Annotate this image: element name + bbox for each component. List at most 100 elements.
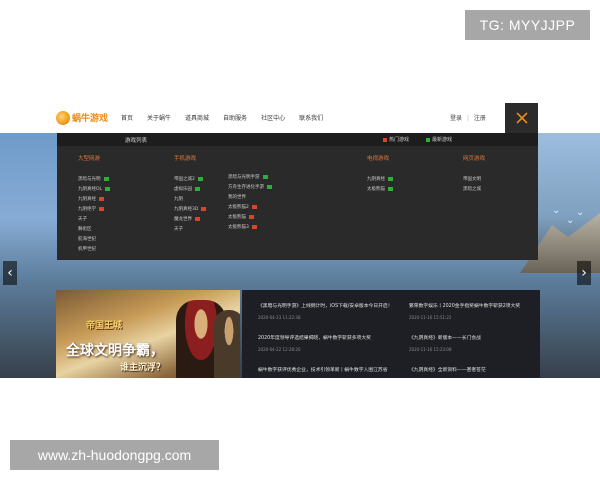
- column-pc-games: 大型网游 黑暗与光明 九阴真经OL 九阴真经 九阴绝学 天子 舞街区 航海世纪 机甲世纪: [78, 154, 111, 255]
- new-games-label: 最新游戏: [432, 137, 453, 143]
- login-link[interactable]: 登录: [450, 115, 462, 122]
- game-name: 九阴真经: [367, 177, 385, 182]
- game-link[interactable]: 黑暗与光明: [78, 175, 110, 185]
- new-badge-icon: [103, 176, 109, 181]
- game-name: 太极熊猫3: [228, 225, 249, 230]
- game-list: 黑暗与光明手游 方舟生存进化手游我的世界太极熊猫2 太极熊猫太极熊猫3: [228, 173, 272, 233]
- game-link[interactable]: 太极熊猫3: [228, 223, 272, 233]
- game-name: 九阴真经OL: [78, 187, 103, 192]
- nav-item-self-service[interactable]: 自助服务: [223, 113, 247, 125]
- game-link[interactable]: 我的世界: [228, 193, 272, 203]
- hot-badge-icon: [99, 206, 104, 211]
- news-item[interactable]: 2020年度领导评选结果揭晓，蜗牛数字斩获多项大奖 2020-04-22 12:…: [258, 334, 398, 352]
- game-link[interactable]: 太极熊猫: [367, 185, 393, 195]
- game-name: 航海世纪: [78, 237, 96, 242]
- game-list: 帝国文明 黑暗之城: [463, 175, 485, 195]
- game-name: 魔龙世界: [174, 217, 192, 222]
- register-link[interactable]: 注册: [474, 115, 486, 122]
- game-name: 九阴真经: [78, 197, 96, 202]
- promo-game-logo: 帝国王城: [86, 321, 123, 331]
- game-link[interactable]: 天子: [174, 225, 206, 235]
- news-title: 《九阴真经》新版本——长门会战: [409, 336, 481, 341]
- game-link[interactable]: 机甲世纪: [78, 245, 110, 255]
- nav-item-community[interactable]: 社区中心: [261, 113, 285, 125]
- new-square-icon: [426, 137, 430, 142]
- column-title: 手机游戏: [174, 156, 197, 162]
- game-link[interactable]: 九阴: [174, 195, 206, 205]
- nav-item-shop[interactable]: 道具商城: [185, 113, 209, 125]
- news-item[interactable]: 《九阴真经》新版本——长门会战 2020-11-16 15:23:08: [409, 334, 534, 352]
- game-link[interactable]: 舞街区: [78, 225, 110, 235]
- game-name: 太极熊猫: [228, 215, 246, 220]
- news-title: 《黑暗与光明手游》上线倒计时，iOS下载/安卓版本今日开启！: [258, 304, 393, 309]
- game-list-title: 游戏列表: [125, 138, 148, 144]
- close-x-icon: [515, 112, 528, 124]
- game-list: 帝国之城2 虚拟乐园 九阴 九阴真经3D 魔龙世界天子: [174, 175, 207, 235]
- game-link[interactable]: 黑暗与光明手游: [228, 173, 272, 183]
- promo-subtitle: 谁主沉浮？: [120, 363, 166, 373]
- nav-item-contact[interactable]: 联系我们: [299, 113, 323, 125]
- new-badge-icon: [197, 176, 203, 181]
- news-title: 蜗牛数字获评优秀企业，技术引领革新丨蜗牛数字入围江苏省: [258, 368, 388, 373]
- column-mobile-games: 手机游戏 帝国之城2 虚拟乐园 九阴 九阴真经3D 魔龙世界天子: [174, 154, 207, 235]
- new-badge-icon: [262, 174, 268, 179]
- game-link[interactable]: 太极熊猫: [228, 213, 272, 223]
- column-title: [228, 154, 272, 160]
- news-date: 2020-11-16 15:23:08: [409, 347, 452, 352]
- game-link[interactable]: 魔龙世界: [174, 215, 206, 225]
- game-name: 我的世界: [228, 195, 246, 200]
- game-name: 帝国文明: [463, 177, 481, 182]
- new-games-tag[interactable]: 最新游戏: [426, 136, 452, 143]
- game-list-dropdown: 游戏列表 热门游戏 最新游戏 大型网游 黑暗与光明 九阴真经OL 九阴真经 九阴绝学天…: [57, 133, 538, 260]
- carousel-next-button[interactable]: ›: [577, 261, 591, 285]
- hot-badge-icon: [251, 224, 257, 229]
- news-title: 繁荣数字娱乐丨2020金手指奖蜗牛数字斩获2项大奖: [409, 304, 521, 309]
- game-link[interactable]: 虚拟乐园: [174, 185, 206, 195]
- game-link[interactable]: 航海世纪: [78, 235, 110, 245]
- nav-item-home[interactable]: 首页: [121, 113, 133, 125]
- game-name: 舞街区: [78, 227, 92, 232]
- news-date: 2020-04-23 11:22:38: [258, 315, 301, 320]
- game-link[interactable]: 方舟生存进化手游: [228, 183, 272, 193]
- game-link[interactable]: 太极熊猫2: [228, 203, 272, 213]
- news-date: 2020-04-22 12:28:20: [258, 347, 301, 352]
- news-title: 《九阴真经》全新资料——甚者苍茫: [409, 368, 486, 373]
- nav-item-about[interactable]: 关于蜗牛: [147, 113, 171, 125]
- game-name: 太极熊猫2: [228, 205, 249, 210]
- game-link[interactable]: 帝国之城2: [174, 175, 206, 185]
- hot-games-tag[interactable]: 热门游戏: [383, 136, 409, 143]
- logo-text: 蜗牛游戏: [72, 114, 109, 124]
- game-link[interactable]: 天子: [78, 215, 110, 225]
- game-link[interactable]: 九阴真经: [367, 175, 393, 185]
- news-item[interactable]: 繁荣数字娱乐丨2020金手指奖蜗牛数字斩获2项大奖 2020-11-16 15:…: [409, 302, 534, 320]
- game-name: 黑暗与光明: [78, 177, 101, 182]
- page: TG: MYYJJPP ⌄ ⌄ ⌄ 蜗牛游戏 首页 关于蜗牛 道具商城 自助服务…: [0, 0, 600, 480]
- news-item[interactable]: 蜗牛数字获评优秀企业，技术引领革新丨蜗牛数字入围江苏省: [258, 366, 398, 373]
- game-link[interactable]: 九阴真经OL: [78, 185, 111, 195]
- game-link[interactable]: 九阴真经3D: [174, 205, 207, 215]
- bird-icon: ⌄: [576, 207, 585, 218]
- game-link[interactable]: 九阴绝学: [78, 205, 110, 215]
- game-link[interactable]: 九阴真经: [78, 195, 110, 205]
- column-title: 电视游戏: [367, 156, 390, 162]
- game-link[interactable]: 黑暗之城: [463, 185, 485, 195]
- hot-badge-icon: [251, 204, 257, 209]
- game-link[interactable]: 帝国文明: [463, 175, 485, 185]
- promo-banner[interactable]: 帝国王城 全球文明争霸， 谁主沉浮？: [56, 290, 240, 378]
- carousel-prev-button[interactable]: ‹: [3, 261, 17, 285]
- auth-links: 登录 | 注册: [450, 113, 486, 122]
- news-item[interactable]: 《九阴真经》全新资料——甚者苍茫: [409, 366, 534, 373]
- watermark-top: TG: MYYJJPP: [465, 10, 590, 40]
- game-name: 天子: [174, 227, 183, 232]
- hot-badge-icon: [195, 216, 200, 221]
- new-badge-icon: [105, 186, 111, 191]
- news-item[interactable]: 《黑暗与光明手游》上线倒计时，iOS下载/安卓版本今日开启！ 2020-04-2…: [258, 302, 398, 320]
- site-logo[interactable]: 蜗牛游戏: [56, 109, 116, 127]
- game-name: 太极熊猫: [367, 187, 385, 192]
- snail-logo-icon: [56, 111, 70, 125]
- chevron-left-icon: ‹: [7, 265, 13, 281]
- hot-badge-icon: [201, 206, 207, 211]
- hot-badge-icon: [99, 196, 104, 201]
- promo-title: 全球文明争霸，: [66, 343, 164, 359]
- close-menu-button[interactable]: [505, 103, 538, 133]
